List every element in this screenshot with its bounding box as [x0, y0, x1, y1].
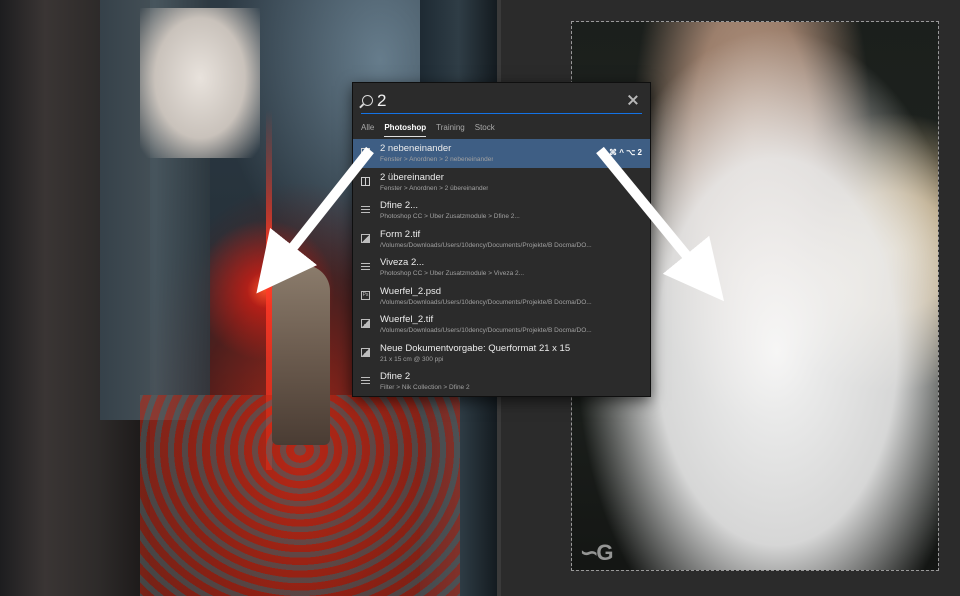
- layout-icon: [361, 148, 370, 157]
- search-result[interactable]: Form 2.tif/Volumes/Downloads/Users/10den…: [353, 225, 650, 254]
- tab-alle[interactable]: Alle: [361, 121, 374, 136]
- result-title: Wuerfel_2.psd: [380, 285, 442, 297]
- close-icon[interactable]: [627, 94, 639, 106]
- keyboard-shortcut: ⌘ ^ ⌥ 2: [608, 148, 642, 157]
- result-path: Filter > Nik Collection > Dfine 2: [380, 384, 470, 391]
- search-result[interactable]: Viveza 2... Photoshop CC > Über Zusatzmod…: [353, 253, 650, 282]
- tab-training[interactable]: Training: [436, 121, 465, 136]
- result-path: /Volumes/Downloads/Users/10dency/Documen…: [380, 241, 592, 249]
- layout-icon: [361, 176, 370, 186]
- tab-photoshop[interactable]: Photoshop: [384, 121, 427, 137]
- image-icon: [361, 347, 370, 357]
- search-underline: [361, 113, 642, 114]
- menu-icon: [361, 376, 370, 385]
- search-icon: [362, 95, 373, 106]
- search-result[interactable]: 2 übereinander Fenster > Anordnen > 2 übe…: [353, 168, 650, 197]
- menu-icon: [361, 262, 370, 271]
- menu-icon: [361, 205, 370, 214]
- floating-figure: [140, 8, 260, 158]
- result-title: 2 nebeneinander: [380, 143, 452, 154]
- result-path: Fenster > Anordnen > 2 nebeneinander: [380, 156, 494, 163]
- tab-stock[interactable]: Stock: [475, 121, 495, 136]
- result-path: Fenster > Anordnen > 2 übereinander: [380, 184, 489, 192]
- result-title: Dfine 2...: [380, 200, 419, 211]
- result-path: /Volumes/Downloads/Users/10dency/Documen…: [380, 327, 592, 334]
- search-result[interactable]: Ps Wuerfel_2.psd/Volumes/Downloads/Users/…: [353, 282, 650, 311]
- image-icon: [361, 233, 370, 243]
- result-title: Wuerfel_2.tif: [380, 314, 434, 325]
- search-result[interactable]: Dfine 2... Photoshop CC > Über Zusatzmodu…: [353, 196, 650, 225]
- search-tabs: Alle Photoshop Training Stock: [353, 121, 650, 139]
- results-list: 2 nebeneinander Fenster > Anordnen > 2 ne…: [353, 139, 650, 396]
- search-result[interactable]: 2 nebeneinander Fenster > Anordnen > 2 ne…: [353, 139, 650, 168]
- result-path: Photoshop CC > Über Zusatzmodule > Dfine…: [380, 213, 520, 220]
- result-path: 21 x 15 cm @ 300 ppi: [380, 355, 444, 363]
- result-path: Photoshop CC > Über Zusatzmodule > Vivez…: [380, 270, 525, 277]
- search-result[interactable]: Dfine 2 Filter > Nik Collection > Dfine 2: [353, 367, 650, 396]
- search-result[interactable]: Wuerfel_2.tif/Volumes/Downloads/Users/10…: [353, 310, 650, 339]
- result-path: /Volumes/Downloads/Users/10dency/Documen…: [380, 298, 592, 306]
- watermark-logo: ∽G: [580, 540, 614, 565]
- search-input[interactable]: [377, 90, 607, 112]
- robed-figure: [272, 265, 330, 445]
- search-bar: [353, 83, 650, 119]
- image-icon: [361, 319, 370, 328]
- result-title: Form 2.tif: [380, 228, 421, 240]
- result-title: 2 übereinander: [380, 171, 444, 183]
- result-title: Dfine 2: [380, 371, 411, 382]
- result-title: Viveza 2...: [380, 257, 425, 268]
- search-panel: Alle Photoshop Training Stock 2 nebeneinand…: [352, 82, 651, 397]
- psd-icon: Ps: [361, 290, 370, 300]
- search-result[interactable]: Neue Dokumentvorgabe: Querformat 21 x 15…: [353, 339, 650, 368]
- result-title: Neue Dokumentvorgabe: Querformat 21 x 15: [380, 342, 571, 354]
